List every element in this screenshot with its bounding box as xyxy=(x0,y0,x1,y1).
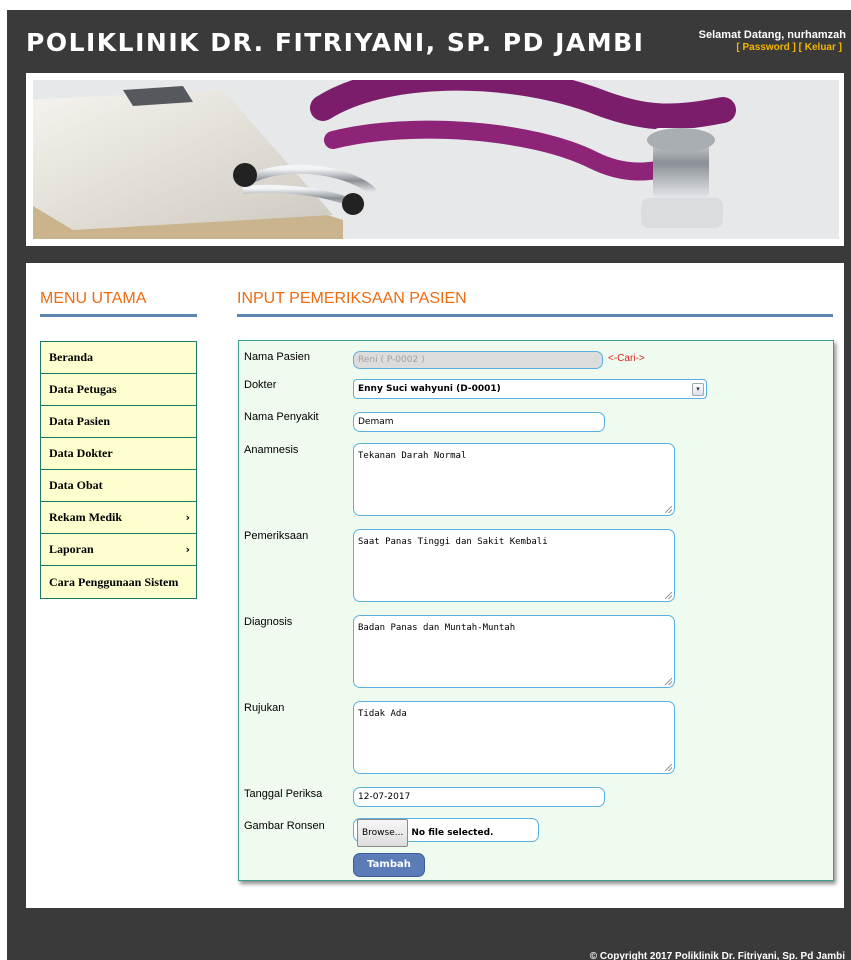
menu-item-label: Data Obat xyxy=(49,478,103,492)
chevron-right-icon: › xyxy=(185,511,190,524)
dokter-select[interactable]: Enny Suci wahyuni (D-0001) ▾ xyxy=(353,379,707,399)
browse-button[interactable]: Browse... xyxy=(357,819,409,847)
menu-item-data-pasien[interactable]: Data Pasien xyxy=(41,406,196,438)
site-title: POLIKLINIK DR. FITRIYANI, SP. PD JAMBI xyxy=(26,28,645,57)
menu-title-underline xyxy=(40,314,197,317)
logout-link[interactable]: [ Keluar ] xyxy=(799,42,842,53)
banner xyxy=(26,73,844,246)
exam-form-panel: Nama Pasien Reni ( P-0002 ) <-Cari-> Dok… xyxy=(238,340,834,881)
label-nama-pasien: Nama Pasien xyxy=(244,351,311,363)
menu-item-label: Data Dokter xyxy=(49,446,113,460)
tambah-button[interactable]: Tambah xyxy=(353,853,425,877)
main-content: MENU UTAMA Beranda Data Petugas Data Pas… xyxy=(26,263,844,908)
nama-penyakit-input[interactable]: Demam xyxy=(353,412,605,432)
resize-grip-icon[interactable] xyxy=(665,506,672,513)
anamnesis-text: Tekanan Darah Normal xyxy=(358,451,467,461)
resize-grip-icon[interactable] xyxy=(665,678,672,685)
resize-grip-icon[interactable] xyxy=(665,764,672,771)
menu-title: MENU UTAMA xyxy=(40,290,147,307)
menu-item-label: Rekam Medik xyxy=(49,510,122,524)
label-anamnesis: Anamnesis xyxy=(244,444,299,456)
password-link[interactable]: [ Password ] xyxy=(736,42,795,53)
menu-item-label: Beranda xyxy=(49,350,94,364)
cari-pasien-link[interactable]: <-Cari-> xyxy=(608,353,645,364)
main-menu: Beranda Data Petugas Data Pasien Data Do… xyxy=(40,341,197,599)
stethoscope-illustration xyxy=(33,80,839,239)
label-diagnosis: Diagnosis xyxy=(244,616,293,628)
label-tanggal-periksa: Tanggal Periksa xyxy=(244,788,323,800)
chevron-right-icon: › xyxy=(185,543,190,556)
menu-item-label: Laporan xyxy=(49,542,94,556)
gambar-ronsen-file-input: Browse... No file selected. xyxy=(353,818,539,847)
welcome-text: Selamat Datang, nurhamzah xyxy=(698,29,846,41)
menu-item-laporan[interactable]: Laporan › xyxy=(41,534,196,566)
dokter-selected-value: Enny Suci wahyuni (D-0001) xyxy=(358,384,501,394)
menu-item-data-dokter[interactable]: Data Dokter xyxy=(41,438,196,470)
anamnesis-textarea[interactable]: Tekanan Darah Normal xyxy=(353,443,675,516)
label-gambar-ronsen: Gambar Ronsen xyxy=(244,820,325,832)
menu-item-label: Data Pasien xyxy=(49,414,110,428)
tanggal-periksa-input[interactable]: 12-07-2017 xyxy=(353,787,605,807)
menu-item-label: Cara Penggunaan Sistem xyxy=(49,574,179,589)
menu-item-cara-penggunaan[interactable]: Cara Penggunaan Sistem xyxy=(41,566,196,598)
nama-pasien-input: Reni ( P-0002 ) xyxy=(353,351,603,369)
page-frame: POLIKLINIK DR. FITRIYANI, SP. PD JAMBI S… xyxy=(7,10,851,960)
stethoscope-banner-image xyxy=(33,80,839,239)
account-links: [ Password ] [ Keluar ] xyxy=(736,42,842,53)
rujukan-textarea[interactable]: Tidak Ada xyxy=(353,701,675,774)
footer-copyright: © Copyright 2017 Poliklinik Dr. Fitriyan… xyxy=(589,951,845,960)
pemeriksaan-textarea[interactable]: Saat Panas Tinggi dan Sakit Kembali xyxy=(353,529,675,602)
diagnosis-text: Badan Panas dan Muntah-Muntah xyxy=(358,623,516,633)
menu-item-data-obat[interactable]: Data Obat xyxy=(41,470,196,502)
menu-item-label: Data Petugas xyxy=(49,382,117,396)
chevron-down-icon: ▾ xyxy=(692,383,704,396)
menu-item-beranda[interactable]: Beranda xyxy=(41,342,196,374)
label-pemeriksaan: Pemeriksaan xyxy=(244,530,309,542)
menu-item-rekam-medik[interactable]: Rekam Medik › xyxy=(41,502,196,534)
form-title-underline xyxy=(237,314,833,317)
label-nama-penyakit: Nama Penyakit xyxy=(244,411,319,423)
resize-grip-icon[interactable] xyxy=(665,592,672,599)
label-dokter: Dokter xyxy=(244,379,277,391)
pemeriksaan-text: Saat Panas Tinggi dan Sakit Kembali xyxy=(358,537,548,547)
diagnosis-textarea[interactable]: Badan Panas dan Muntah-Muntah xyxy=(353,615,675,688)
form-title: INPUT PEMERIKSAAN PASIEN xyxy=(237,290,467,307)
file-status-text: No file selected. xyxy=(411,828,494,838)
menu-item-data-petugas[interactable]: Data Petugas xyxy=(41,374,196,406)
label-rujukan: Rujukan xyxy=(244,702,285,714)
rujukan-text: Tidak Ada xyxy=(358,709,407,719)
